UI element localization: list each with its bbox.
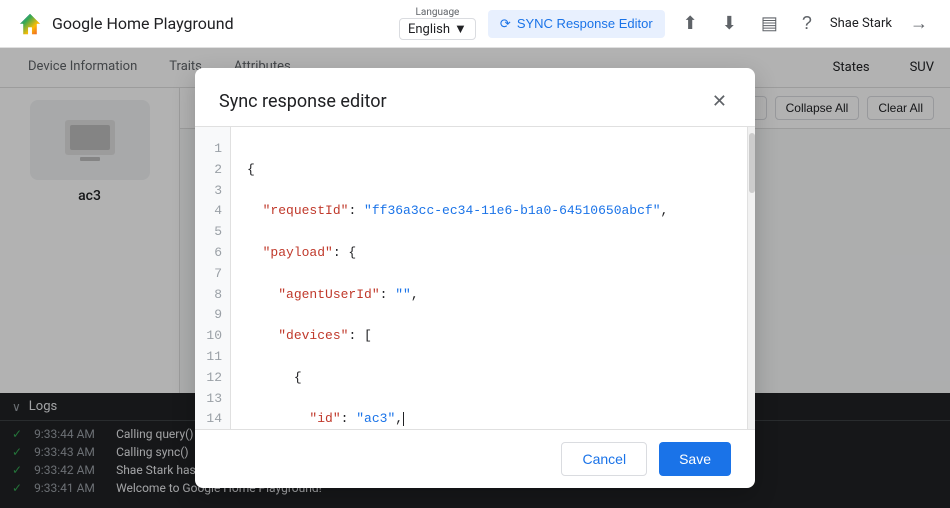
sync-icon: ⟳ <box>500 16 511 32</box>
cancel-button[interactable]: Cancel <box>561 442 647 476</box>
language-dropdown[interactable]: English ▼ <box>399 18 476 40</box>
download-icon: ⬇ <box>722 13 737 34</box>
modal-title: Sync response editor <box>219 91 387 112</box>
line-numbers: 12345 678910 1112131415 16 <box>195 127 231 429</box>
chevron-down-icon: ▼ <box>454 21 467 37</box>
code-line: { <box>247 368 731 389</box>
code-line: "devices": [ <box>247 326 731 347</box>
export-button[interactable]: ⬆ <box>677 9 704 38</box>
sync-btn-label: SYNC Response Editor <box>517 16 653 31</box>
code-line: "agentUserId": "", <box>247 285 731 306</box>
code-line: "requestId": "ff36a3cc-ec34-11e6-b1a0-64… <box>247 201 731 222</box>
language-value: English <box>408 22 450 37</box>
modal-overlay[interactable]: Sync response editor ✕ 12345 678910 1112… <box>0 48 950 508</box>
code-line: { <box>247 160 731 181</box>
modal-close-button[interactable]: ✕ <box>708 88 731 114</box>
feedback-button[interactable]: ▤ <box>755 9 784 38</box>
modal-header: Sync response editor ✕ <box>195 68 755 127</box>
code-line: "id": "ac3", <box>247 409 731 429</box>
scrollbar-thumb[interactable] <box>749 133 755 193</box>
export-icon: ⬆ <box>683 13 698 34</box>
app-logo: Google Home Playground <box>16 10 234 38</box>
code-editor[interactable]: 12345 678910 1112131415 16 { "requestId"… <box>195 127 747 429</box>
code-content[interactable]: { "requestId": "ff36a3cc-ec34-11e6-b1a0-… <box>231 127 747 429</box>
help-button[interactable]: ? <box>796 9 818 38</box>
logout-button[interactable]: → <box>904 9 934 38</box>
help-icon: ? <box>802 13 812 34</box>
logout-icon: → <box>910 13 928 34</box>
close-icon: ✕ <box>712 91 727 111</box>
app-title: Google Home Playground <box>52 14 234 33</box>
content-area: Device Information Traits Attributes Sta… <box>0 48 950 508</box>
home-icon <box>16 10 44 38</box>
sync-response-modal: Sync response editor ✕ 12345 678910 1112… <box>195 68 755 488</box>
feedback-icon: ▤ <box>761 13 778 34</box>
scrollbar[interactable] <box>747 127 755 429</box>
download-button[interactable]: ⬇ <box>716 9 743 38</box>
language-selector[interactable]: Language English ▼ <box>399 7 476 40</box>
topbar: Google Home Playground Language English … <box>0 0 950 48</box>
save-button[interactable]: Save <box>659 442 731 476</box>
modal-body[interactable]: 12345 678910 1112131415 16 { "requestId"… <box>195 127 755 429</box>
code-line: "payload": { <box>247 243 731 264</box>
language-label: Language <box>416 7 460 18</box>
sync-response-editor-button[interactable]: ⟳ SYNC Response Editor <box>488 10 665 38</box>
modal-footer: Cancel Save <box>195 429 755 488</box>
user-name: Shae Stark <box>830 16 892 31</box>
